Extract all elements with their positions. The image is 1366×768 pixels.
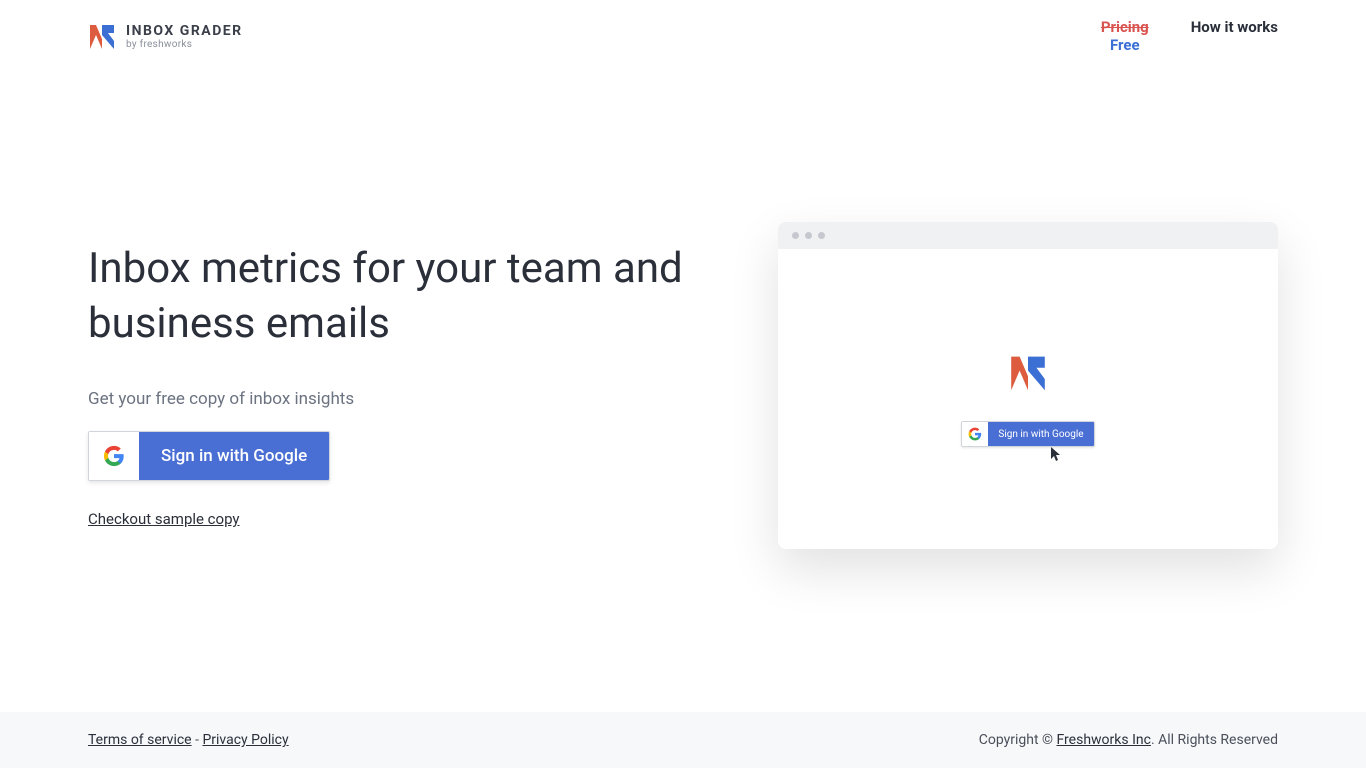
google-logo-icon: [103, 445, 125, 467]
browser-dot-icon: [818, 232, 825, 239]
browser-bar: [778, 222, 1278, 249]
logo-mark-icon: [88, 21, 116, 51]
copyright-suffix: . All Rights Reserved: [1151, 732, 1278, 748]
footer-separator: -: [192, 732, 203, 748]
google-button-label: Sign in with Google: [139, 432, 329, 480]
top-nav: Pricing Free How it works: [1101, 18, 1278, 54]
mockup-google-logo-icon: [968, 427, 982, 441]
mockup-google-icon-box: [962, 422, 988, 446]
browser-dot-icon: [805, 232, 812, 239]
mockup-section: Sign in with Google: [778, 222, 1278, 549]
browser-dot-icon: [792, 232, 799, 239]
privacy-link[interactable]: Privacy Policy: [202, 732, 288, 748]
logo-text: INBOX GRADER by freshworks: [126, 23, 243, 50]
logo[interactable]: INBOX GRADER by freshworks: [88, 21, 243, 51]
header: INBOX GRADER by freshworks Pricing Free …: [0, 0, 1366, 72]
terms-link[interactable]: Terms of service: [88, 732, 192, 748]
google-signin-button[interactable]: Sign in with Google: [88, 431, 330, 481]
logo-title: INBOX GRADER: [126, 23, 243, 39]
nav-pricing-free: Free: [1110, 36, 1140, 54]
hero-section: Inbox metrics for your team and business…: [88, 222, 718, 549]
mockup-button-label: Sign in with Google: [988, 422, 1093, 446]
google-icon-box: [89, 432, 139, 480]
hero-headline: Inbox metrics for your team and business…: [88, 242, 718, 351]
logo-subtitle: by freshworks: [126, 39, 243, 50]
mockup-signin-button: Sign in with Google: [961, 421, 1094, 447]
company-link[interactable]: Freshworks Inc: [1057, 732, 1151, 748]
mockup-logo-icon: [1008, 351, 1048, 393]
browser-mockup: Sign in with Google: [778, 222, 1278, 549]
sample-copy-link[interactable]: Checkout sample copy: [88, 510, 240, 528]
mockup-signin-container: Sign in with Google: [961, 421, 1094, 447]
browser-content: Sign in with Google: [778, 249, 1278, 549]
copyright-prefix: Copyright ©: [979, 732, 1057, 748]
footer-right: Copyright © Freshworks Inc. All Rights R…: [979, 732, 1278, 748]
nav-pricing-strike: Pricing: [1101, 18, 1149, 36]
cursor-icon: [1049, 445, 1063, 463]
footer: Terms of service - Privacy Policy Copyri…: [0, 712, 1366, 768]
hero-subtext: Get your free copy of inbox insights: [88, 389, 718, 409]
main-content: Inbox metrics for your team and business…: [0, 72, 1366, 549]
nav-how-it-works[interactable]: How it works: [1191, 18, 1278, 36]
nav-pricing[interactable]: Pricing Free: [1101, 18, 1149, 54]
footer-left: Terms of service - Privacy Policy: [88, 732, 289, 748]
